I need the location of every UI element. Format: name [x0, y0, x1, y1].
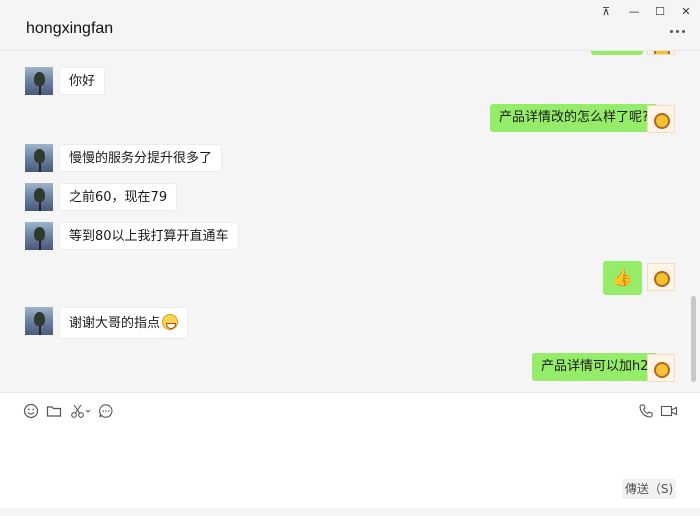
- thumbs-up-emoji: 👍: [611, 268, 634, 288]
- composer[interactable]: 傳送（S): [0, 392, 700, 508]
- message-bubble-in: 之前60，现在79: [59, 183, 178, 211]
- message-bubble-in: 谢谢大哥的指点: [59, 307, 189, 339]
- close-button[interactable]: ✕: [676, 4, 696, 20]
- message-bubble-out-partial: [591, 51, 643, 55]
- avatar[interactable]: [25, 307, 53, 335]
- phone-icon[interactable]: [638, 403, 654, 419]
- message-text: 谢谢大哥的指点: [69, 316, 161, 331]
- pin-icon[interactable]: ⊼: [596, 4, 616, 20]
- message-bubble-out: 👍: [603, 261, 642, 295]
- avatar[interactable]: [647, 263, 675, 291]
- avatar[interactable]: [25, 222, 53, 250]
- scissors-icon[interactable]: [70, 403, 92, 419]
- video-icon[interactable]: [660, 403, 678, 419]
- chat-history-icon[interactable]: [98, 403, 114, 419]
- emoji-icon[interactable]: [23, 403, 39, 419]
- send-button[interactable]: 傳送（S): [622, 479, 676, 499]
- title-bar: hongxingfan ⊼ — ☐ ✕: [0, 0, 700, 51]
- minimize-button[interactable]: —: [624, 4, 644, 20]
- message-bubble-in: 慢慢的服务分提升很多了: [59, 144, 223, 172]
- maximize-button[interactable]: ☐: [650, 4, 670, 20]
- message-bubble-out: 产品详情可以加h2: [532, 353, 658, 381]
- avatar[interactable]: [647, 105, 675, 133]
- scrollbar[interactable]: [691, 296, 696, 382]
- folder-icon[interactable]: [46, 403, 62, 419]
- message-list[interactable]: 你好 产品详情改的怎么样了呢? 慢慢的服务分提升很多了 之前60，现在79 等到…: [0, 51, 700, 392]
- grin-emoji: [162, 314, 179, 330]
- chat-window: hongxingfan ⊼ — ☐ ✕ 你好 产品详情改的怎么样了呢? 慢慢的服…: [0, 0, 700, 516]
- message-bubble-out: 产品详情改的怎么样了呢?: [490, 104, 658, 132]
- avatar[interactable]: [25, 67, 53, 95]
- more-options-icon[interactable]: [668, 24, 688, 38]
- avatar[interactable]: [25, 183, 53, 211]
- message-bubble-in: 等到80以上我打算开直通车: [59, 222, 239, 250]
- message-bubble-in: 你好: [59, 67, 106, 95]
- avatar[interactable]: [25, 144, 53, 172]
- chat-title: hongxingfan: [26, 20, 114, 37]
- avatar[interactable]: [647, 354, 675, 382]
- avatar[interactable]: [647, 51, 675, 55]
